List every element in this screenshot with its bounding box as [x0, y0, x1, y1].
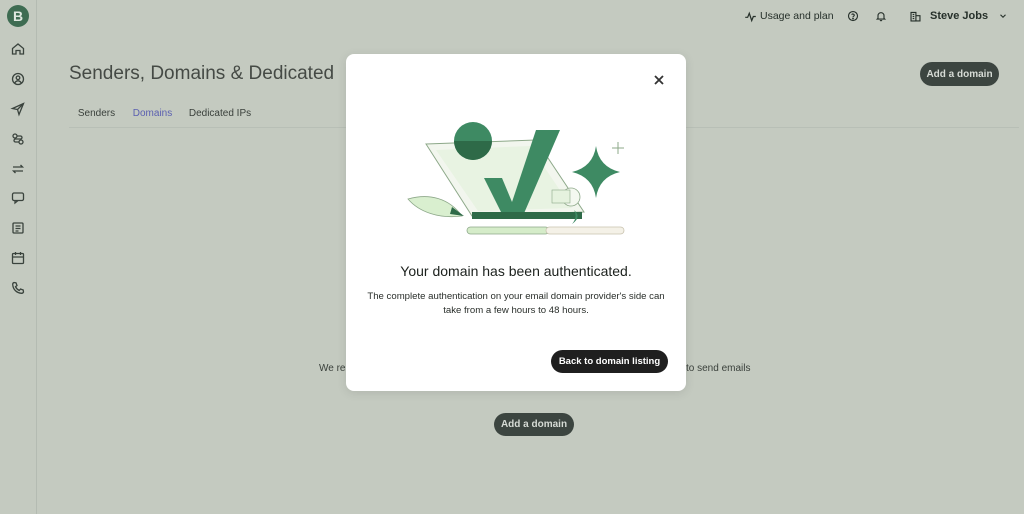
notifications-button[interactable] — [875, 8, 887, 24]
add-domain-button[interactable]: Add a domain — [920, 62, 999, 86]
back-to-domain-listing-button[interactable]: Back to domain listing — [551, 350, 668, 373]
account-menu[interactable]: Steve Jobs — [909, 8, 1008, 24]
empty-state-add-domain-button[interactable]: Add a domain — [494, 413, 574, 436]
close-icon[interactable] — [652, 73, 666, 87]
contacts-icon[interactable] — [10, 71, 26, 87]
chevron-down-icon — [1000, 14, 1006, 19]
empty-state-text-left: We re — [319, 363, 346, 374]
modal-title: Your domain has been authenticated. — [400, 263, 632, 279]
help-button[interactable] — [847, 8, 859, 24]
activity-icon — [745, 10, 756, 22]
logo-letter: B — [12, 8, 24, 24]
help-icon — [847, 10, 859, 22]
empty-state-text-right: to send emails — [686, 363, 751, 374]
bell-icon — [875, 12, 887, 22]
campaigns-icon[interactable] — [10, 101, 26, 117]
sidebar: B — [0, 0, 37, 514]
meetings-icon[interactable] — [10, 250, 26, 266]
automation-icon[interactable] — [10, 131, 26, 147]
conversations-icon[interactable] — [10, 190, 26, 206]
domain-authenticated-modal: Your domain has been authenticated. The … — [346, 54, 686, 391]
tab-dedicated-ips[interactable]: Dedicated IPs — [184, 100, 256, 127]
building-icon — [910, 11, 921, 22]
usage-and-plan-label: Usage and plan — [760, 10, 834, 22]
brand-logo[interactable]: B — [7, 5, 29, 27]
transactional-icon[interactable] — [10, 161, 26, 177]
modal-description: The complete authentication on your emai… — [367, 291, 665, 316]
usage-and-plan-link[interactable]: Usage and plan — [744, 8, 834, 24]
user-name: Steve Jobs — [930, 10, 989, 22]
domain-verified-illustration — [407, 122, 625, 235]
phone-icon[interactable] — [10, 280, 26, 296]
page-title: Senders, Domains & Dedicated — [69, 63, 335, 84]
home-icon[interactable] — [10, 41, 26, 57]
forms-icon[interactable] — [10, 220, 26, 236]
tab-senders[interactable]: Senders — [69, 100, 124, 127]
tab-domains[interactable]: Domains — [124, 100, 181, 128]
